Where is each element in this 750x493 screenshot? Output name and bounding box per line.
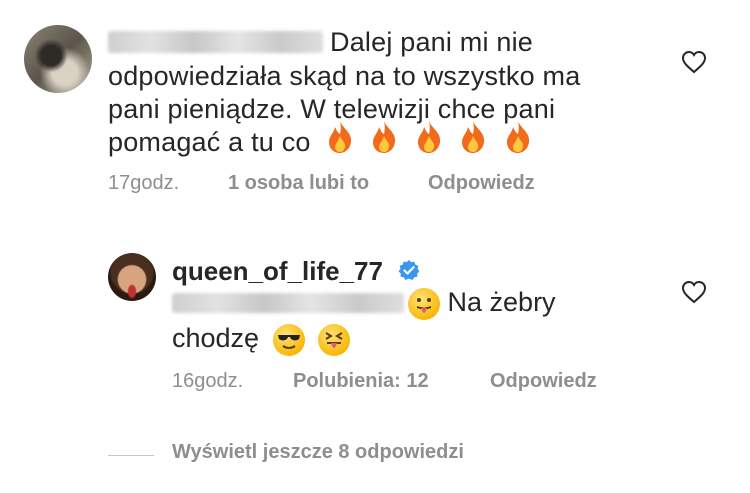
fire-emoji-row — [325, 120, 543, 159]
squint-tongue-face-icon — [318, 323, 351, 356]
reply-text-part-1: Na żebry — [447, 287, 556, 317]
like-heart-icon[interactable] — [681, 50, 707, 74]
verified-badge-icon — [398, 260, 420, 280]
reply-reply-button[interactable]: Odpowiedz — [490, 370, 597, 393]
like-heart-icon[interactable] — [681, 280, 707, 304]
fire-icon — [325, 120, 355, 154]
comment-likes-link[interactable]: 1 osoba lubi to — [228, 172, 369, 195]
commenter-username-blurred[interactable] — [108, 31, 323, 53]
reply-likes-link[interactable]: Polubienia: 12 — [293, 370, 429, 393]
reply-text-part-2: chodzę — [172, 323, 260, 353]
sunglasses-face-icon — [272, 323, 305, 356]
reply-username[interactable]: queen_of_life_77 — [172, 256, 383, 287]
reply-avatar[interactable] — [108, 253, 156, 301]
reply-text-line-1: Na żebry — [408, 287, 556, 320]
comment-text-line-1: Dalej pani mi nie — [330, 27, 533, 57]
view-more-replies-button[interactable]: Wyświetl jeszcze 8 odpowiedzi — [172, 441, 464, 464]
comment-timestamp: 17godz. — [108, 172, 180, 194]
fire-icon — [369, 120, 399, 154]
tongue-wink-icon — [408, 287, 440, 320]
fire-icon — [414, 120, 444, 154]
reply-text-line-2: chodzę — [172, 323, 351, 356]
fire-icon — [503, 120, 533, 154]
fire-icon — [458, 120, 488, 154]
comment-reply-button[interactable]: Odpowiedz — [428, 172, 535, 195]
reply-timestamp: 16godz. — [172, 370, 244, 392]
commenter-avatar[interactable] — [24, 25, 92, 93]
mentioned-username-blurred[interactable] — [172, 293, 404, 313]
comment-text-line-4: pomagać a tu co — [108, 127, 311, 157]
replies-divider — [108, 455, 154, 456]
comment-text-line-2: odpowiedziała skąd na to wszystko ma — [108, 61, 581, 91]
